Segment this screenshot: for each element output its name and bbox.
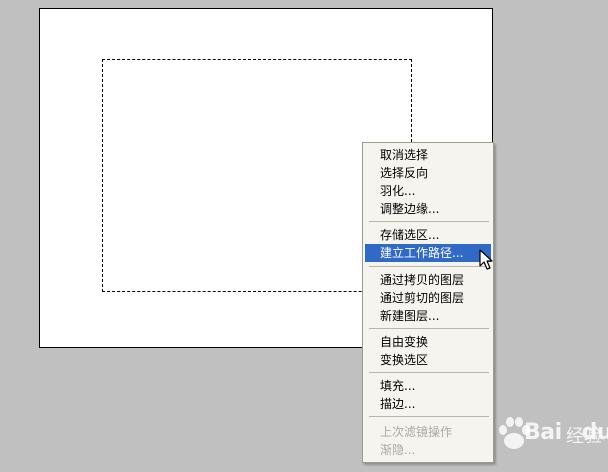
menu-separator [369,416,489,417]
menu-item-select-inverse[interactable]: 选择反向 [365,164,491,182]
menu-item-layer-via-copy[interactable]: 通过拷贝的图层 [365,271,491,289]
menu-item-transform-selection[interactable]: 变换选区 [365,351,491,369]
menu-separator [369,328,489,329]
menu-separator [369,266,489,267]
menu-item-save-selection[interactable]: 存储选区... [365,226,491,244]
menu-item-free-transform[interactable]: 自由变换 [365,333,491,351]
menu-item-last-filter: 上次滤镜操作 [380,425,453,439]
menu-item-new-layer[interactable]: 新建图层... [365,307,491,325]
baidu-jingyan-watermark: Bai du 经验 [494,408,608,464]
menu-item-layer-via-cut[interactable]: 通过剪切的图层 [365,289,491,307]
menu-item-deselect[interactable]: 取消选择 [365,146,491,164]
menu-item-fill[interactable]: 填充... [365,377,491,395]
watermark-bai: Bai [524,420,562,445]
menu-separator [369,372,489,373]
arrow-cursor-icon [479,249,493,270]
menu-item-make-work-path[interactable]: 建立工作路径... [365,244,491,262]
menu-item-fade: 渐隐... [380,443,416,457]
menu-item-stroke[interactable]: 描边... [365,395,491,413]
menu-item-feather[interactable]: 羽化... [365,182,491,200]
menu-separator [369,221,489,222]
context-menu: 取消选择 选择反向 羽化... 调整边缘... 存储选区... 建立工作路径..… [362,142,494,463]
watermark-jingyan-text: 经验 [566,426,602,447]
menu-item-refine-edge[interactable]: 调整边缘... [365,200,491,218]
